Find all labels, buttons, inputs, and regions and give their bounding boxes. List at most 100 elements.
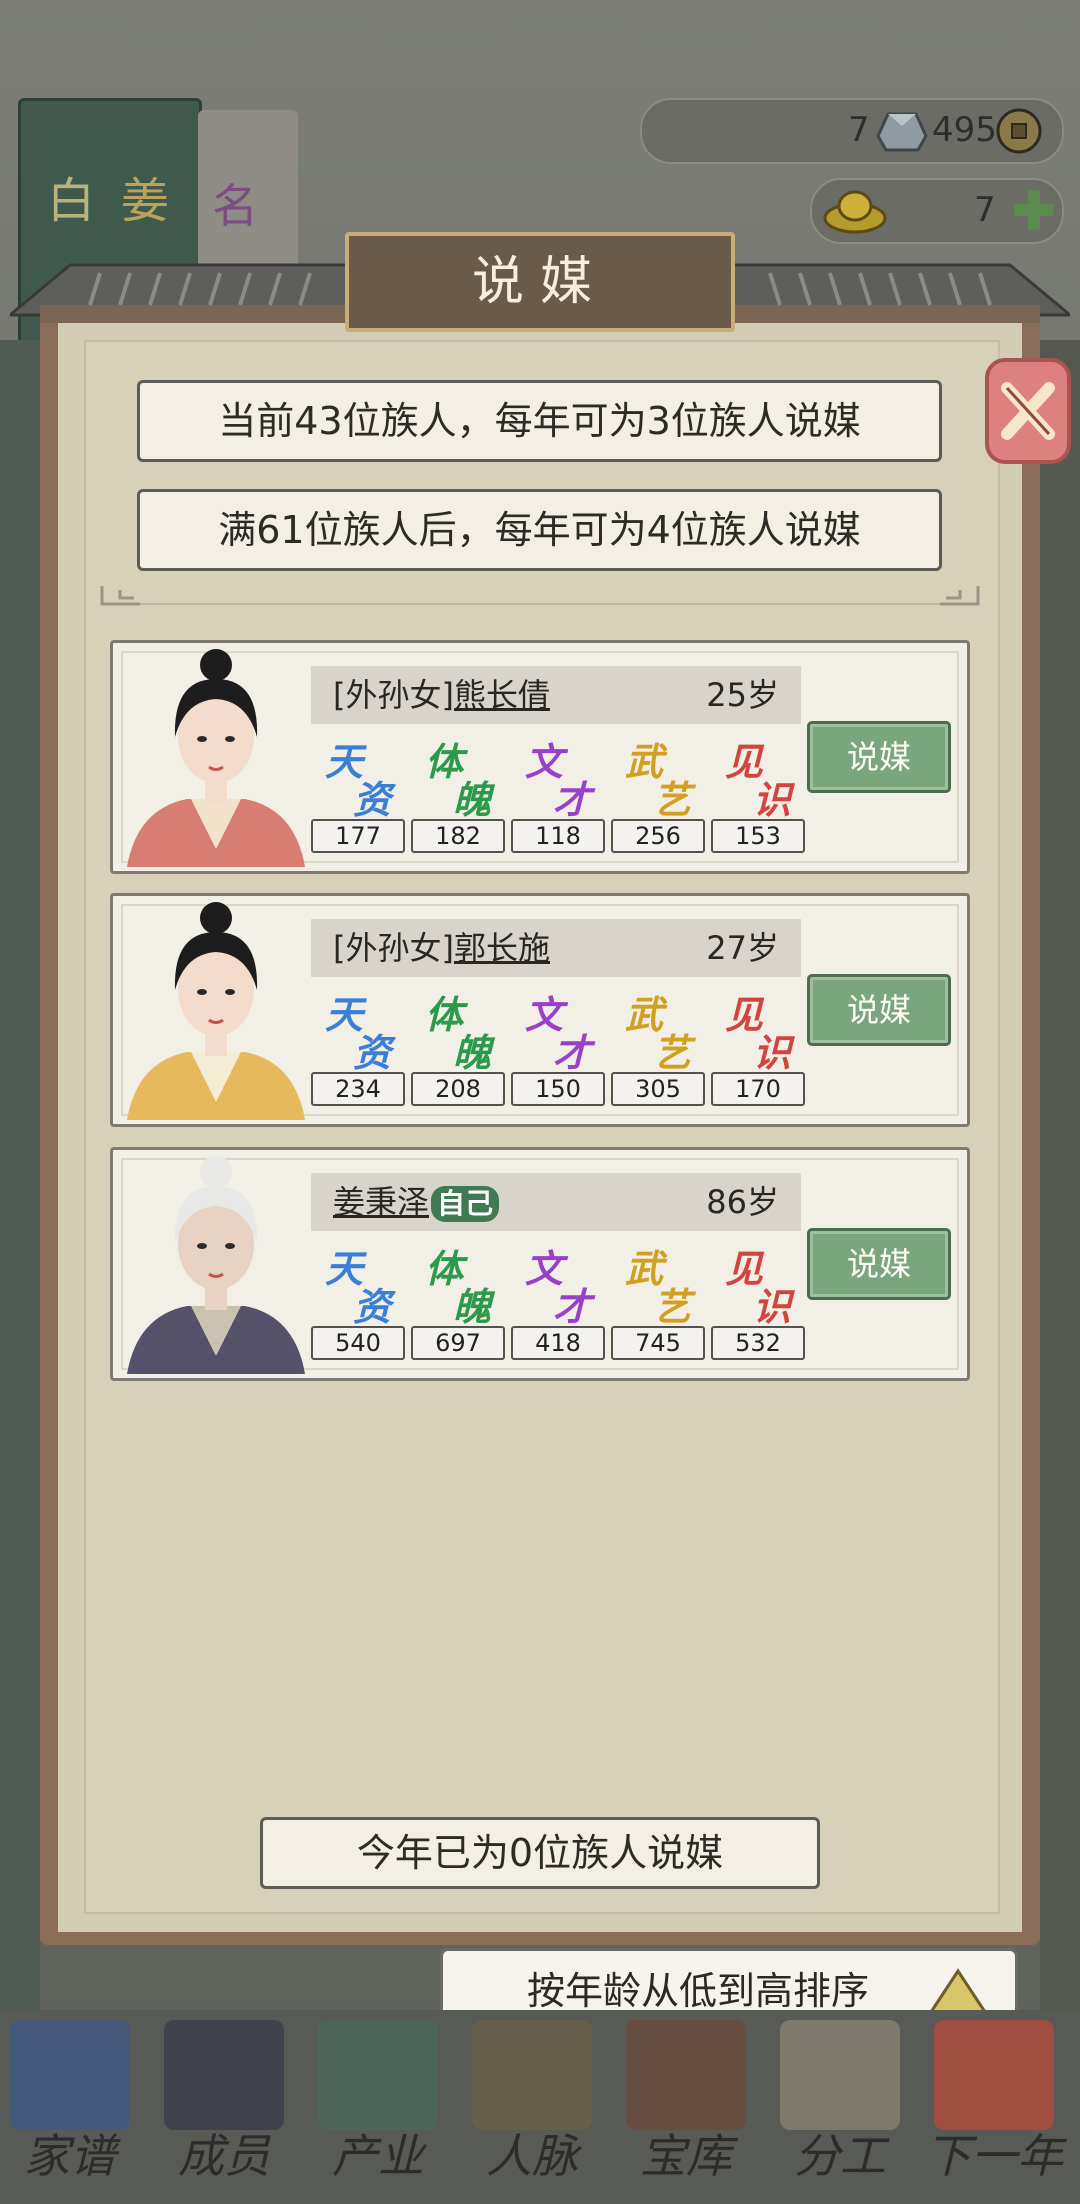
silver-coin-bar[interactable]: 7 495 — [640, 98, 1064, 164]
stat-label-bottom: 艺 — [653, 1284, 692, 1329]
stat-label: 天资 — [311, 1238, 405, 1329]
stat-label: 体魄 — [411, 1238, 505, 1329]
matchmake-button[interactable]: 说媒 — [807, 974, 951, 1046]
matchmake-button[interactable]: 说媒 — [807, 1228, 951, 1300]
stat-value: 234 — [311, 1072, 405, 1106]
bg-right-edge — [1040, 340, 1080, 2040]
stat-label-bottom: 资 — [353, 1030, 392, 1075]
member-portrait[interactable] — [127, 902, 305, 1120]
nav-label: 宝库 — [640, 2129, 732, 2183]
member-name-link[interactable]: 姜秉泽 — [333, 1183, 429, 1221]
member-name[interactable]: 姜秉泽 自己 — [333, 1173, 500, 1231]
nav-label: 下一年 — [925, 2129, 1063, 2183]
scroll-icon — [780, 2020, 900, 2130]
stat-label-bottom: 资 — [353, 777, 392, 822]
building-icon — [318, 2020, 438, 2130]
stat-label-bottom: 魄 — [453, 1284, 492, 1329]
matchmake-button[interactable]: 说媒 — [807, 721, 951, 793]
stat-label: 见识 — [711, 1238, 805, 1329]
member-age: 27岁 — [706, 929, 779, 967]
stat-label: 文才 — [511, 984, 605, 1075]
info-current-quota: 当前43位族人，每年可为3位族人说媒 — [137, 380, 942, 462]
dialog-title: 说媒 — [471, 252, 608, 312]
gold-ingot-icon — [823, 190, 887, 234]
nav-item[interactable]: 家谱 — [0, 2010, 140, 2190]
stat-5: 见识 532 — [711, 1238, 805, 1362]
stat-label-bottom: 才 — [553, 1030, 592, 1075]
family-tree-icon — [10, 2020, 130, 2130]
stat-value: 182 — [411, 819, 505, 853]
stat-label: 体魄 — [411, 984, 505, 1075]
stat-1: 天资 540 — [311, 1238, 405, 1362]
bg-book-title-right: 名 — [212, 179, 258, 233]
self-badge: 自己 — [431, 1186, 500, 1222]
stat-value: 540 — [311, 1326, 405, 1360]
stat-2: 体魄 697 — [411, 1238, 505, 1362]
stat-label-bottom: 识 — [753, 777, 792, 822]
dialog-inner — [84, 340, 1000, 1914]
stat-4: 武艺 256 — [611, 731, 705, 855]
member-name-link[interactable]: 熊长倩 — [454, 676, 550, 714]
stat-3: 文才 418 — [511, 1238, 605, 1362]
stat-1: 天资 234 — [311, 984, 405, 1108]
stat-label-bottom: 魄 — [453, 1030, 492, 1075]
info-next-quota: 满61位族人后，每年可为4位族人说媒 — [137, 489, 942, 571]
stat-value: 208 — [411, 1072, 505, 1106]
stat-label-bottom: 艺 — [653, 777, 692, 822]
stat-label-bottom: 识 — [753, 1030, 792, 1075]
stat-value: 170 — [711, 1072, 805, 1106]
matched-this-year: 今年已为0位族人说媒 — [260, 1817, 820, 1889]
nav-item[interactable]: 分工 — [770, 2010, 910, 2190]
silver-count: 7 — [848, 110, 870, 150]
member-icon — [164, 2020, 284, 2130]
stat-2: 体魄 208 — [411, 984, 505, 1108]
bg-left-edge — [0, 340, 40, 2040]
member-name[interactable]: [外孙女]郭长施 — [333, 919, 550, 977]
member-card: [外孙女]熊长倩 25岁天资 177 体魄 182 文才 118 武艺 256 见识 153 说媒 — [110, 640, 970, 874]
stat-value: 118 — [511, 819, 605, 853]
stat-value: 150 — [511, 1072, 605, 1106]
stat-label: 武艺 — [611, 984, 705, 1075]
member-relation: [外孙女] — [333, 929, 454, 967]
stat-value: 256 — [611, 819, 705, 853]
bg-book-title-mid: 姜 — [121, 173, 170, 229]
stat-value: 418 — [511, 1326, 605, 1360]
close-button[interactable] — [985, 358, 1071, 464]
member-card: 姜秉泽 自己 86岁天资 540 体魄 697 文才 418 武艺 745 见识 532 说媒 — [110, 1147, 970, 1381]
nav-label: 人脉 — [486, 2129, 578, 2183]
member-name-link[interactable]: 郭长施 — [454, 929, 550, 967]
stat-4: 武艺 745 — [611, 1238, 705, 1362]
stat-3: 文才 118 — [511, 731, 605, 855]
stat-1: 天资 177 — [311, 731, 405, 855]
nav-label: 分工 — [794, 2129, 886, 2183]
stat-label: 天资 — [311, 731, 405, 822]
stat-label: 见识 — [711, 731, 805, 822]
member-portrait[interactable] — [127, 649, 305, 867]
coin-count: 495 — [932, 110, 997, 150]
gold-ingot-bar[interactable]: 7 — [810, 178, 1064, 244]
stat-label-bottom: 艺 — [653, 1030, 692, 1075]
add-gold-icon[interactable] — [1010, 186, 1058, 234]
member-name[interactable]: [外孙女]熊长倩 — [333, 666, 550, 724]
dialog-title-plaque: 说媒 — [345, 232, 735, 332]
nav-item[interactable]: 成员 — [154, 2010, 294, 2190]
stat-label: 见识 — [711, 984, 805, 1075]
stat-label: 文才 — [511, 731, 605, 822]
stat-2: 体魄 182 — [411, 731, 505, 855]
nav-item[interactable]: 人脉 — [462, 2010, 602, 2190]
member-relation: [外孙女] — [333, 676, 454, 714]
member-age: 25岁 — [706, 676, 779, 714]
stat-4: 武艺 305 — [611, 984, 705, 1108]
nav-item[interactable]: 产业 — [308, 2010, 448, 2190]
stat-value: 305 — [611, 1072, 705, 1106]
member-portrait[interactable] — [127, 1156, 305, 1374]
nav-item[interactable]: 下一年 — [924, 2010, 1064, 2190]
divider-ornament — [100, 586, 980, 606]
stat-label-bottom: 资 — [353, 1284, 392, 1329]
silver-ingot-icon — [876, 112, 928, 152]
nav-item[interactable]: 宝库 — [616, 2010, 756, 2190]
stat-label-bottom: 才 — [553, 777, 592, 822]
nav-label: 成员 — [178, 2129, 270, 2183]
member-name-bar: [外孙女]郭长施 27岁 — [311, 919, 801, 977]
stat-value: 177 — [311, 819, 405, 853]
